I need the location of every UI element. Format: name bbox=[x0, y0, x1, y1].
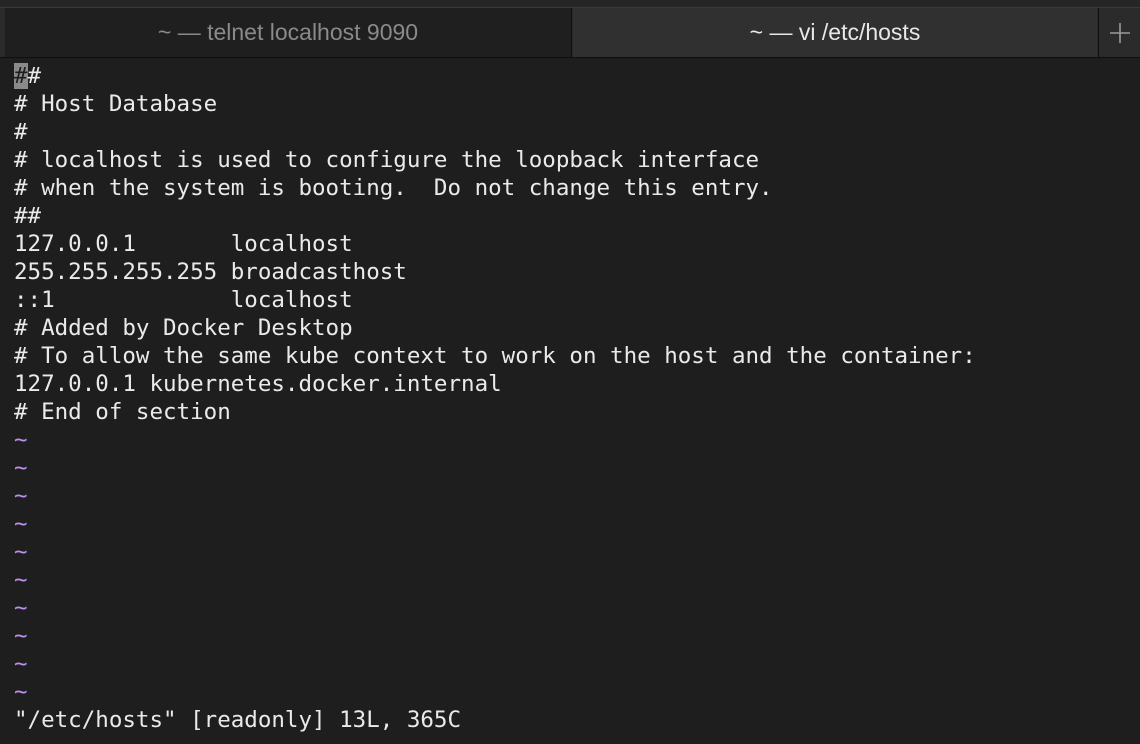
empty-line-tilde: ~ bbox=[14, 567, 28, 593]
editor-line: # localhost is used to configure the loo… bbox=[14, 147, 760, 173]
editor-line: # Host Database bbox=[14, 91, 218, 117]
empty-line-tilde: ~ bbox=[14, 623, 28, 649]
editor-area[interactable]: ## # Host Database # # localhost is used… bbox=[0, 62, 1140, 744]
editor-line: ::1 localhost bbox=[14, 287, 353, 313]
editor-line-1-text: # bbox=[27, 63, 42, 89]
editor-line: ## bbox=[14, 203, 42, 229]
editor-line: 127.0.0.1 kubernetes.docker.internal bbox=[14, 371, 502, 397]
empty-line-tilde: ~ bbox=[14, 539, 28, 565]
tab-vi-hosts-label: ~ — vi /etc/hosts bbox=[749, 19, 921, 45]
editor-line: # To allow the same kube context to work… bbox=[14, 343, 976, 369]
plus-icon bbox=[1109, 22, 1130, 43]
editor-line-1: ## bbox=[14, 62, 41, 90]
new-tab-button[interactable] bbox=[1098, 8, 1140, 57]
editor-line: # bbox=[14, 119, 28, 145]
empty-line-tilde: ~ bbox=[14, 679, 28, 705]
tab-bar: ~ — telnet localhost 9090 ~ — vi /etc/ho… bbox=[0, 0, 1140, 58]
editor-line: 127.0.0.1 localhost bbox=[14, 231, 353, 257]
empty-line-tilde: ~ bbox=[14, 427, 28, 453]
editor-line: # when the system is booting. Do not cha… bbox=[14, 175, 773, 201]
status-line: "/etc/hosts" [readonly] 13L, 365C bbox=[14, 707, 462, 733]
text-cursor: # bbox=[14, 63, 28, 89]
empty-line-tilde: ~ bbox=[14, 651, 28, 677]
empty-line-tilde: ~ bbox=[14, 595, 28, 621]
empty-line-tilde: ~ bbox=[14, 455, 28, 481]
empty-line-tilde: ~ bbox=[14, 483, 28, 509]
terminal-window: ~ — telnet localhost 9090 ~ — vi /etc/ho… bbox=[0, 0, 1140, 744]
title-strip bbox=[0, 0, 1140, 8]
empty-line-tilde: ~ bbox=[14, 511, 28, 537]
editor-line: 255.255.255.255 broadcasthost bbox=[14, 259, 407, 285]
editor-line: # Added by Docker Desktop bbox=[14, 315, 353, 341]
editor-line: # End of section bbox=[14, 399, 231, 425]
tab-telnet[interactable]: ~ — telnet localhost 9090 bbox=[5, 8, 572, 57]
tab-vi-hosts[interactable]: ~ — vi /etc/hosts bbox=[573, 8, 1097, 57]
tab-telnet-label: ~ — telnet localhost 9090 bbox=[157, 19, 419, 45]
